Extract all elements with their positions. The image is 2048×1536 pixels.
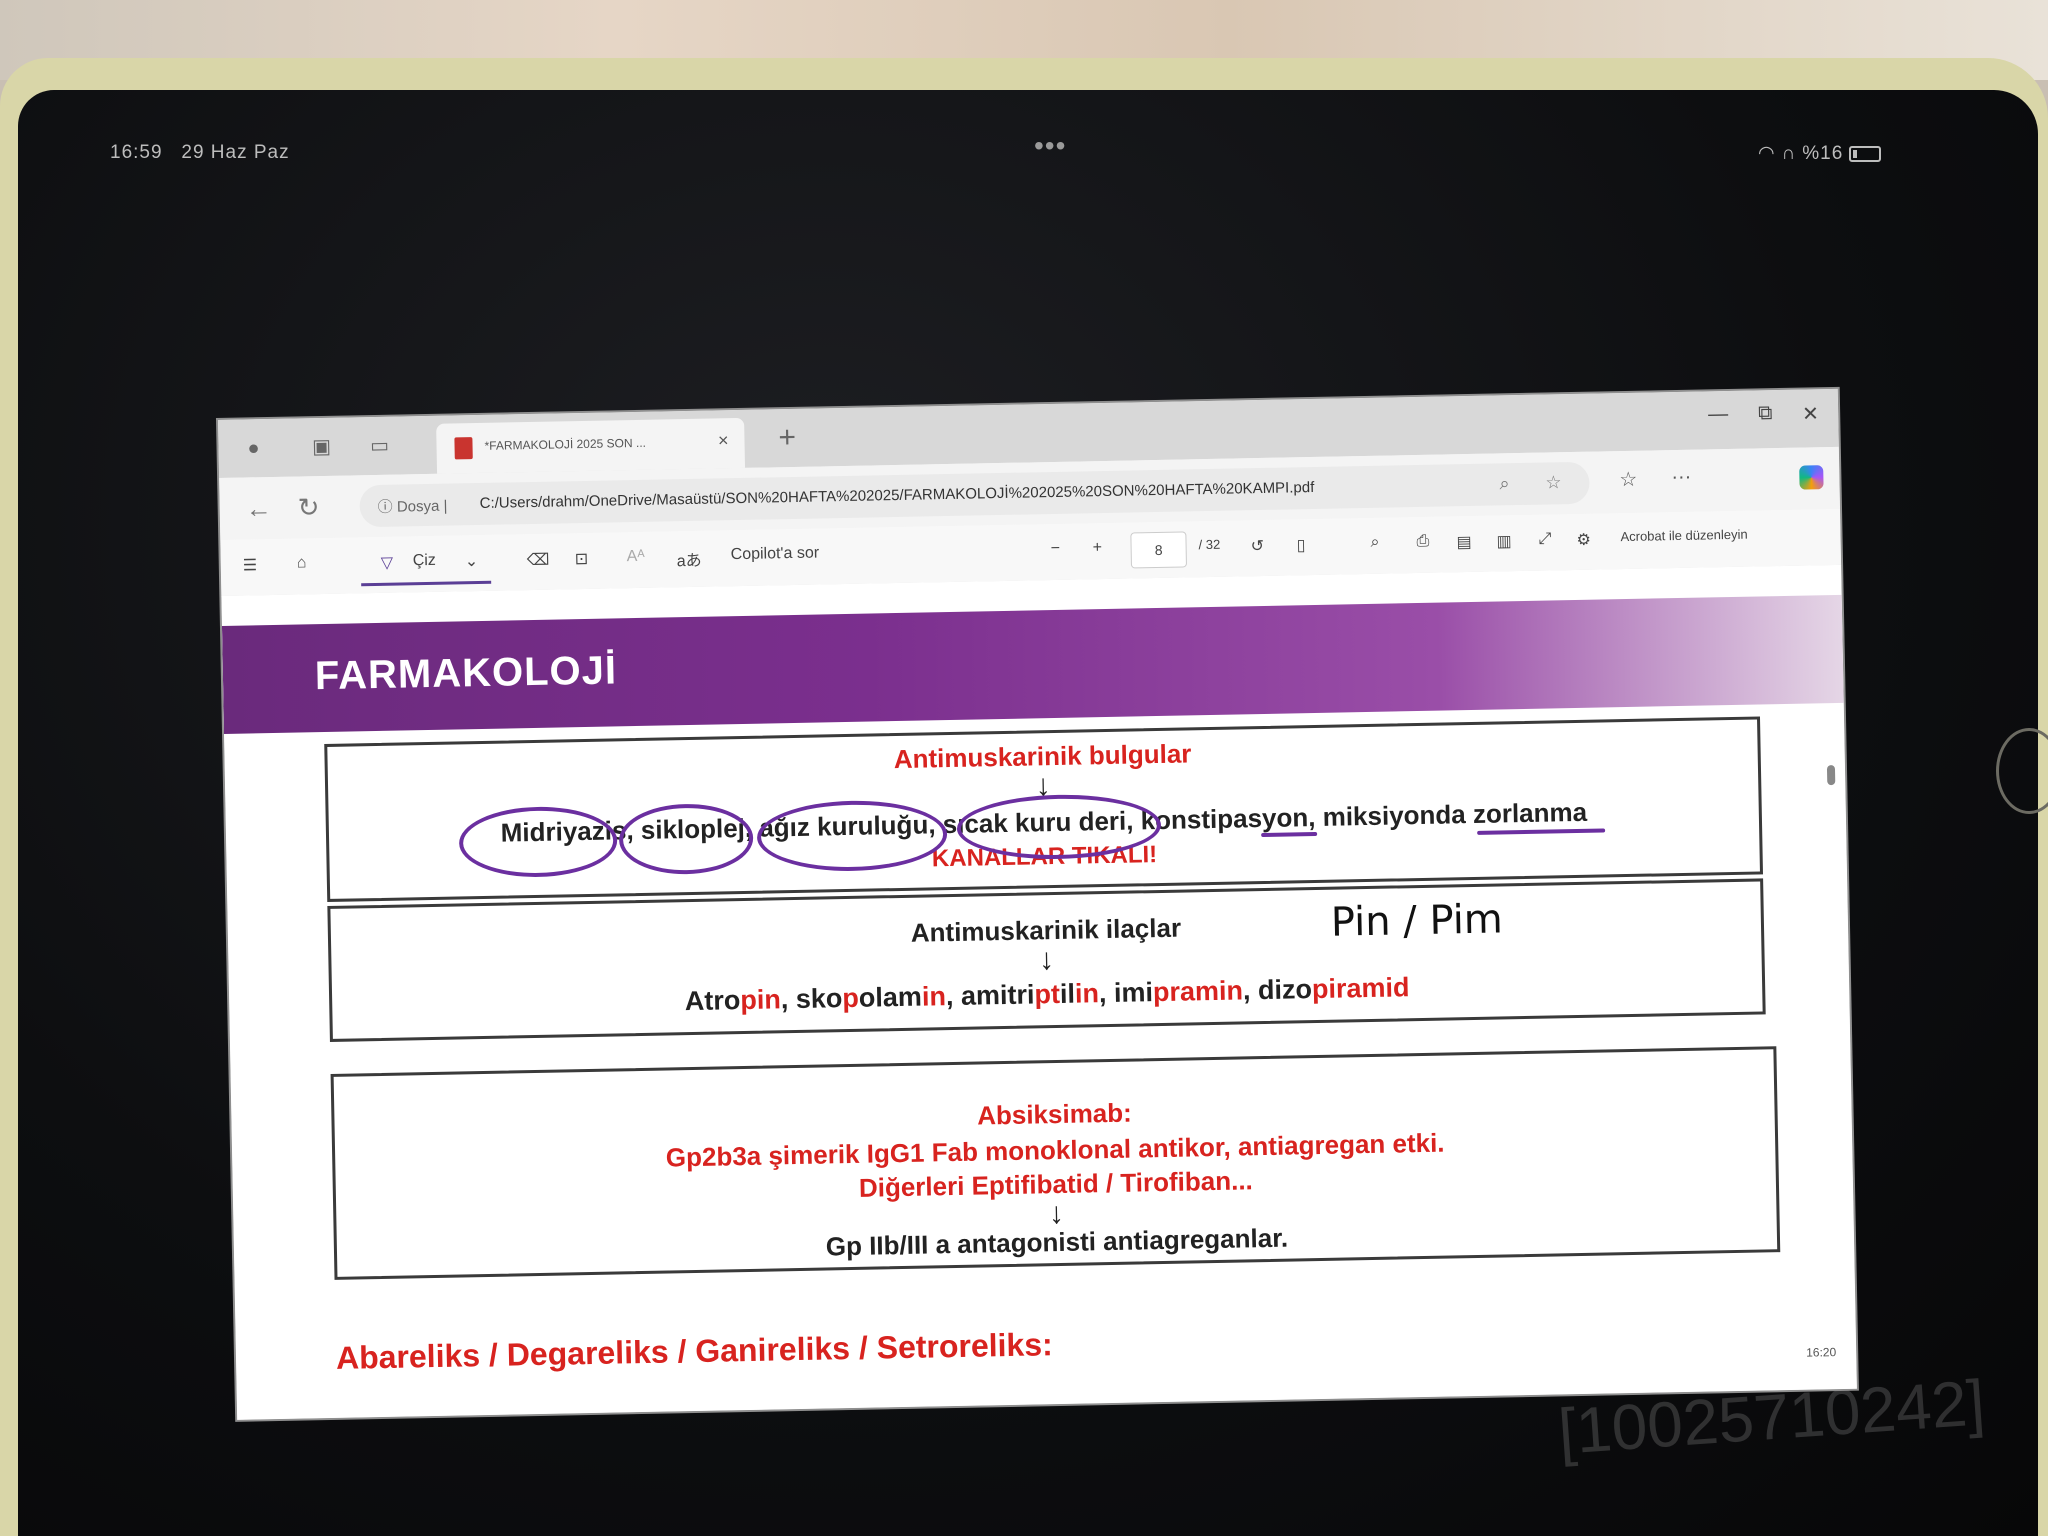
- edge-browser-window: ● ▣ ▭ *FARMAKOLOJİ 2025 SON ... × + — ⧉ …: [218, 388, 1857, 1420]
- tab-pdf-document[interactable]: *FARMAKOLOJİ 2025 SON ... ×: [436, 417, 746, 474]
- page-view-icon[interactable]: ▯: [1296, 535, 1305, 555]
- text-size-icon[interactable]: Aᴬ: [627, 548, 645, 566]
- drug-atropin: Atropin: [684, 984, 782, 1017]
- tablet-screen: 16:59 29 Haz Paz ••• ◠ ∩ %16 [1002571024…: [18, 90, 2038, 1536]
- scroll-thumb[interactable]: [1826, 765, 1836, 786]
- favorites-icon[interactable]: ☆: [1619, 467, 1637, 492]
- copilot-icon[interactable]: [1799, 465, 1824, 490]
- drug-amitriptilin: amitriptilin: [960, 978, 1100, 1011]
- scheme-label: Dosya: [396, 497, 440, 516]
- draw-button[interactable]: ▽ Çiz ⌄: [360, 542, 492, 587]
- text-box-icon[interactable]: ⊡: [575, 549, 589, 569]
- fullscreen-icon[interactable]: ⤢: [1538, 530, 1551, 548]
- eraser-icon[interactable]: ⌫: [527, 550, 550, 570]
- status-time: 16:59: [110, 142, 163, 163]
- status-time-date: 16:59 29 Haz Paz: [110, 142, 290, 164]
- tab-close-button[interactable]: ×: [718, 430, 729, 451]
- close-window-button[interactable]: ✕: [1802, 401, 1819, 426]
- rotate-icon[interactable]: ↺: [1250, 536, 1264, 556]
- ipad-status-bar: 16:59 29 Haz Paz ••• ◠ ∩ %16: [18, 90, 2038, 164]
- restore-button[interactable]: ⧉: [1758, 402, 1773, 425]
- status-right: ◠ ∩ %16: [1758, 142, 1882, 165]
- drug-dizopiramid: dizopiramid: [1257, 972, 1410, 1006]
- status-date: 29 Haz Paz: [181, 142, 290, 163]
- chevron-down-icon: ⌄: [464, 553, 479, 571]
- multitask-dots[interactable]: •••: [1034, 130, 1066, 162]
- print-icon[interactable]: ⎙: [1416, 533, 1429, 551]
- zoom-out-button[interactable]: −: [1050, 540, 1060, 558]
- draw-label: Çiz: [412, 551, 437, 570]
- back-arrow-icon[interactable]: ←: [245, 493, 272, 524]
- draw-icon: ▽: [380, 554, 394, 572]
- page-total: / 32: [1198, 536, 1221, 553]
- header-band: FARMAKOLOJİ: [221, 594, 1844, 734]
- bottom-drug-line: Abareliks / Degareliks / Ganireliks / Se…: [335, 1326, 1054, 1376]
- absiksimab-box: Absiksimab: Gp2b3a şimerik IgG1 Fab mono…: [330, 1046, 1781, 1280]
- vertical-scrollbar[interactable]: [1825, 685, 1848, 1365]
- favorite-star-icon[interactable]: ☆: [1545, 472, 1562, 493]
- workspaces-icon[interactable]: ▣: [308, 434, 334, 460]
- wifi-icon: ◠: [1758, 143, 1776, 164]
- zoom-in-button[interactable]: +: [1092, 539, 1102, 557]
- battery-icon: [1849, 145, 1882, 162]
- save-icon[interactable]: ▤: [1456, 532, 1472, 552]
- tray-clock: 16:20: [1806, 1345, 1837, 1360]
- copilot-ask-button[interactable]: Copilot'a sor: [731, 544, 820, 564]
- read-aloud-button[interactable]: aあ: [677, 547, 702, 571]
- page-number-input[interactable]: 8: [1130, 531, 1188, 569]
- headphones-icon: ∩: [1781, 142, 1797, 164]
- profile-icon[interactable]: ●: [240, 435, 266, 461]
- ink-underline-konstipasyon: [1261, 831, 1318, 838]
- save-as-icon[interactable]: ▥: [1496, 531, 1512, 551]
- drug-skopolamin: skopolamin: [795, 981, 947, 1015]
- acrobat-edit-button[interactable]: Acrobat ile düzenleyin: [1620, 527, 1747, 544]
- more-menu-icon[interactable]: ···: [1671, 466, 1691, 489]
- document-title: FARMAKOLOJİ: [314, 648, 618, 699]
- minimize-button[interactable]: —: [1708, 403, 1728, 426]
- antimuscarinic-findings-box: Antimuskarinik bulgular ↓ Midriyazis, si…: [324, 716, 1764, 902]
- contents-icon[interactable]: ☰: [243, 555, 258, 575]
- refresh-icon[interactable]: ↻: [297, 492, 319, 523]
- search-icon[interactable]: ⌕: [1370, 534, 1379, 552]
- drug-imipramin: imipramin: [1113, 975, 1244, 1008]
- pdf-page: FARMAKOLOJİ Antimuskarinik bulgular ↓ Mi…: [221, 564, 1857, 1420]
- tab-title: *FARMAKOLOJİ 2025 SON ...: [484, 435, 647, 453]
- zoom-icon[interactable]: ⌕: [1499, 473, 1509, 494]
- antimuscarinic-drugs-box: Antimuskarinik ilaçlar Pin / Pim ↓ Atrop…: [327, 878, 1766, 1042]
- url-text[interactable]: C:/Users/drahm/OneDrive/Masaüstü/SON%20H…: [479, 479, 1314, 512]
- highlight-icon[interactable]: ⌂: [297, 554, 307, 572]
- new-tab-button[interactable]: +: [778, 421, 796, 455]
- settings-gear-icon[interactable]: ⚙: [1576, 530, 1591, 550]
- battery-percent: %16: [1802, 142, 1844, 164]
- info-icon[interactable]: ⓘ Dosya |: [377, 495, 448, 517]
- pdf-file-icon: [454, 437, 473, 460]
- tab-actions-icon[interactable]: ▭: [366, 433, 392, 459]
